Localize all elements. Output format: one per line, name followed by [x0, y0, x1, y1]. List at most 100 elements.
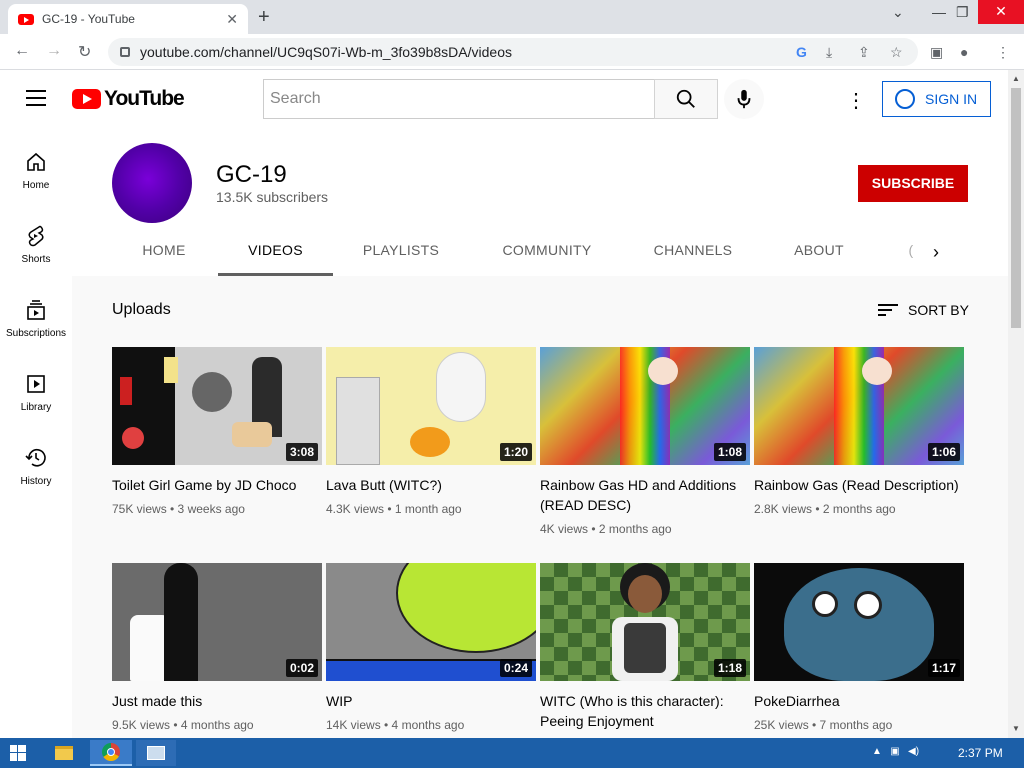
subscribe-button[interactable]: SUBSCRIBE	[858, 165, 968, 202]
sign-in-button[interactable]: SIGN IN	[882, 81, 991, 117]
page-scrollbar[interactable]: ▲ ▼	[1008, 70, 1024, 738]
chevron-right-icon[interactable]: ›	[933, 242, 939, 263]
chrome-taskbar-icon[interactable]	[90, 740, 132, 766]
side-guide: Home Shorts Subscriptions Library Histor…	[0, 128, 72, 738]
video-card[interactable]: 1:20 Lava Butt (WITC?) 4.3K views • 1 mo…	[326, 347, 536, 516]
youtube-play-logo-icon	[72, 89, 101, 109]
home-icon	[27, 152, 45, 171]
video-title[interactable]: Toilet Girl Game by JD Choco	[112, 475, 322, 495]
guide-item-home[interactable]: Home	[0, 150, 72, 191]
video-card[interactable]: 0:24 WIP 14K views • 4 months ago	[326, 563, 536, 732]
taskbar-clock[interactable]: 2:37 PM	[958, 746, 1003, 760]
youtube-logo[interactable]: YouTube	[72, 87, 185, 111]
tab-community[interactable]: COMMUNITY	[478, 228, 616, 276]
tab-close-icon[interactable]: ✕	[226, 11, 238, 28]
uploads-section: Uploads SORT BY 3:08 Toilet Girl Game by…	[72, 276, 1008, 738]
settings-more-icon[interactable]: ⋮	[846, 88, 866, 113]
scroll-up-arrow-icon[interactable]: ▲	[1012, 74, 1020, 83]
search-input[interactable]: Search	[263, 79, 655, 119]
video-title[interactable]: Rainbow Gas HD and Additions (READ DESC)	[540, 475, 750, 515]
hamburger-menu-icon[interactable]	[26, 90, 46, 106]
video-card[interactable]: 1:08 Rainbow Gas HD and Additions (READ …	[540, 347, 750, 536]
video-title[interactable]: Lava Butt (WITC?)	[326, 475, 536, 495]
tab-search-chevron-icon[interactable]: ⌄	[892, 4, 904, 21]
scrollbar-thumb[interactable]	[1011, 88, 1021, 328]
tab-videos[interactable]: VIDEOS	[218, 228, 333, 276]
microphone-icon	[737, 89, 751, 109]
search-tab-icon[interactable]: (	[904, 228, 918, 276]
windows-taskbar: ▲ ▣ ◀) 2:37 PM	[0, 738, 1024, 768]
video-card[interactable]: 1:18 WITC (Who is this character): Peein…	[540, 563, 750, 738]
new-tab-button[interactable]: +	[258, 6, 270, 29]
share-icon[interactable]: ⇪	[858, 44, 870, 61]
video-duration: 1:08	[713, 443, 746, 461]
guide-item-shorts[interactable]: Shorts	[0, 224, 72, 265]
video-duration: 1:17	[927, 659, 960, 677]
search-icon	[676, 89, 695, 108]
system-tray[interactable]: ▲ ▣ ◀)	[872, 746, 919, 757]
back-arrow-icon[interactable]: ←	[14, 42, 30, 60]
bookmark-star-icon[interactable]: ☆	[890, 44, 903, 61]
voice-search-button[interactable]	[724, 79, 764, 119]
video-title[interactable]: WITC (Who is this character): Peeing Enj…	[540, 691, 750, 731]
video-thumbnail[interactable]: 1:17	[754, 563, 964, 681]
google-icon[interactable]: G	[796, 44, 807, 60]
history-icon	[25, 448, 46, 467]
video-meta: 9.5K views • 4 months ago	[112, 718, 254, 732]
video-title[interactable]: WIP	[326, 691, 536, 711]
tab-home[interactable]: HOME	[118, 228, 210, 276]
video-thumbnail[interactable]: 0:02	[112, 563, 322, 681]
chrome-menu-icon[interactable]: ⋮	[996, 44, 1010, 61]
tab-channels[interactable]: CHANNELS	[630, 228, 756, 276]
channel-avatar[interactable]	[112, 143, 192, 223]
file-explorer-icon[interactable]	[44, 740, 84, 766]
install-icon[interactable]: ⤓	[826, 44, 832, 61]
search-button[interactable]	[654, 79, 718, 119]
video-duration: 0:02	[285, 659, 318, 677]
youtube-logo-text: YouTube	[104, 87, 185, 110]
forward-arrow-icon[interactable]: →	[46, 42, 62, 60]
video-meta: 4.3K views • 1 month ago	[326, 502, 462, 516]
video-card[interactable]: 3:08 Toilet Girl Game by JD Choco 75K vi…	[112, 347, 322, 516]
video-duration: 1:06	[927, 443, 960, 461]
video-thumbnail[interactable]: 1:20	[326, 347, 536, 465]
restore-icon[interactable]: ❐	[956, 4, 969, 21]
video-thumbnail[interactable]: 1:18	[540, 563, 750, 681]
tab-title: GC-19 - YouTube	[42, 12, 135, 26]
windows-start-icon[interactable]	[10, 745, 26, 761]
subscriptions-icon	[27, 300, 45, 320]
video-thumbnail[interactable]: 1:06	[754, 347, 964, 465]
video-title[interactable]: Just made this	[112, 691, 322, 711]
video-thumbnail[interactable]: 1:08	[540, 347, 750, 465]
video-title[interactable]: Rainbow Gas (Read Description)	[754, 475, 964, 495]
window-close-button[interactable]: ✕	[978, 0, 1024, 24]
video-thumbnail[interactable]: 3:08	[112, 347, 322, 465]
channel-name: GC-19	[216, 161, 287, 188]
video-title[interactable]: PokeDiarrhea	[754, 691, 964, 711]
guide-item-subscriptions[interactable]: Subscriptions	[0, 298, 72, 339]
video-thumbnail[interactable]: 0:24	[326, 563, 536, 681]
tab-playlists[interactable]: PLAYLISTS	[340, 228, 462, 276]
video-card[interactable]: 1:06 Rainbow Gas (Read Description) 2.8K…	[754, 347, 964, 516]
video-card[interactable]: 1:17 PokeDiarrhea 25K views • 7 months a…	[754, 563, 964, 732]
minimize-icon[interactable]: —	[932, 4, 946, 20]
tab-about[interactable]: ABOUT	[774, 228, 864, 276]
channel-tabs: HOME VIDEOS PLAYLISTS COMMUNITY CHANNELS…	[118, 228, 998, 276]
guide-item-library[interactable]: Library	[0, 372, 72, 413]
video-meta: 4K views • 2 months ago	[540, 522, 672, 536]
subscriber-count: 13.5K subscribers	[216, 189, 329, 205]
guide-label: Home	[22, 180, 50, 191]
youtube-masthead: YouTube Search ⋮ SIGN IN	[0, 70, 1008, 128]
browser-tab[interactable]: GC-19 - YouTube ✕	[8, 4, 248, 34]
account-circle-icon	[895, 89, 915, 109]
video-meta: 2.8K views • 2 months ago	[754, 502, 896, 516]
control-panel-icon[interactable]	[136, 740, 176, 766]
reload-icon[interactable]: ↻	[78, 42, 91, 62]
guide-item-history[interactable]: History	[0, 446, 72, 487]
sort-by-button[interactable]: SORT BY	[878, 301, 969, 319]
side-panel-icon[interactable]: ▣	[930, 44, 943, 61]
video-card[interactable]: 0:02 Just made this 9.5K views • 4 month…	[112, 563, 322, 732]
profile-icon[interactable]: ●	[960, 44, 968, 60]
video-meta: 14K views • 4 months ago	[326, 718, 465, 732]
scroll-down-arrow-icon[interactable]: ▼	[1012, 724, 1020, 733]
